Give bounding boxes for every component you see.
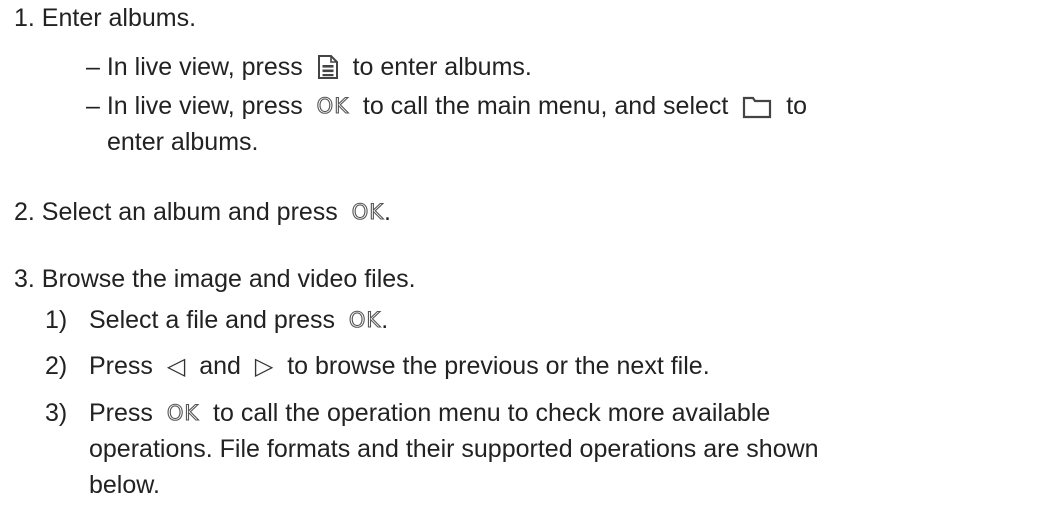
substep-1-text-before: – In live view, press bbox=[86, 53, 303, 81]
ok-button-icon: OK bbox=[316, 93, 349, 118]
step-3-heading: 3. Browse the image and video files. bbox=[14, 265, 416, 293]
right-triangle-icon: ▷ bbox=[254, 352, 274, 380]
item-3-text-line-2: operations. File formats and their suppo… bbox=[89, 435, 819, 463]
album-file-icon bbox=[317, 54, 339, 89]
left-triangle-icon: ◁ bbox=[166, 352, 186, 380]
item-1-text: Select a file and press bbox=[89, 306, 335, 334]
step-3-item-3: 3) Press OK to call the operation menu to… bbox=[45, 396, 770, 430]
ok-button-icon: OK bbox=[348, 307, 382, 332]
step-1-substep-2: – In live view, press OK to call the mai… bbox=[86, 89, 807, 123]
ok-button-icon: OK bbox=[351, 199, 385, 224]
substep-1-text-after: to enter albums. bbox=[352, 53, 532, 81]
item-2-text-after: to browse the previous or the next file. bbox=[287, 352, 710, 380]
step-3-item-2: 2) Press ◁ and ▷ to browse the previous o… bbox=[45, 349, 710, 383]
item-1-period: . bbox=[381, 306, 389, 334]
step-1-substep-1: – In live view, press to enter albums. bbox=[86, 50, 532, 84]
ok-button-icon: OK bbox=[166, 400, 200, 425]
step-2-text: 2. Select an album and press bbox=[14, 198, 338, 226]
step-1-heading: 1. Enter albums. bbox=[14, 4, 197, 32]
step-1-substep-2-continuation: enter albums. bbox=[107, 128, 259, 156]
step-2: 2. Select an album and press OK. bbox=[14, 195, 391, 229]
item-2-number: 2) bbox=[45, 352, 68, 380]
substep-2-text-after: to bbox=[786, 92, 808, 120]
step-3-item-1: 1) Select a file and press OK. bbox=[45, 303, 388, 337]
item-3-text-line-3: below. bbox=[89, 471, 160, 499]
item-1-number: 1) bbox=[45, 306, 68, 334]
item-3-number: 3) bbox=[45, 399, 68, 427]
item-2-text-middle: and bbox=[199, 352, 241, 380]
item-3-text-line-1: to call the operation menu to check more… bbox=[213, 399, 771, 427]
item-2-text-before: Press bbox=[89, 352, 153, 380]
step-2-period: . bbox=[384, 198, 391, 226]
item-3-text-before: Press bbox=[89, 399, 153, 427]
substep-2-text-before: – In live view, press bbox=[86, 92, 303, 120]
folder-icon bbox=[742, 94, 772, 128]
substep-2-text-middle: to call the main menu, and select bbox=[362, 92, 729, 120]
